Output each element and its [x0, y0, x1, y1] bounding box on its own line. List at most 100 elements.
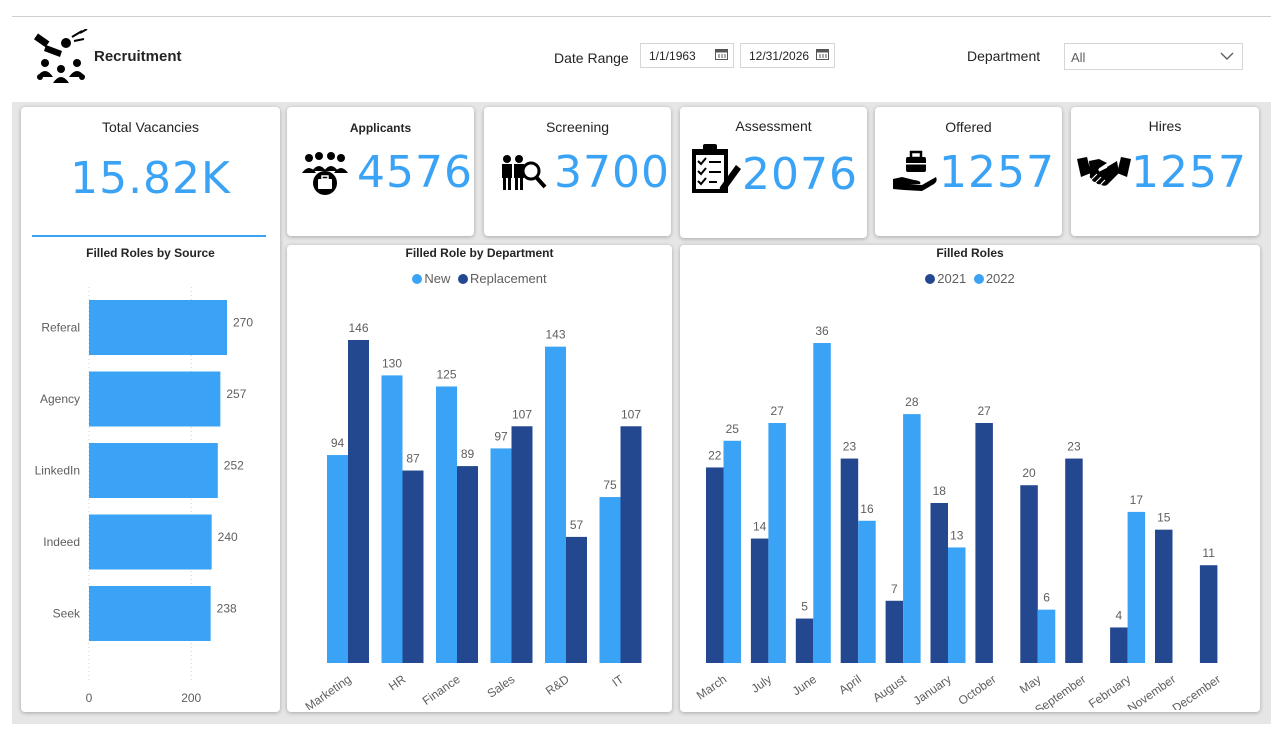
bar[interactable] — [750, 538, 769, 663]
x-category-label: HR — [386, 672, 409, 694]
bar[interactable] — [348, 340, 369, 663]
bar[interactable] — [930, 503, 949, 663]
legend-item-new[interactable]: New — [412, 271, 450, 286]
bar[interactable] — [1155, 529, 1173, 663]
x-category-label: Sales — [485, 672, 518, 701]
y-category-label: LinkedIn — [35, 464, 80, 478]
data-label: 23 — [1067, 440, 1081, 454]
bar[interactable] — [89, 443, 218, 498]
bar[interactable] — [511, 426, 533, 663]
source-bar-chart: 0 200 Referal 270 Agency 257 LinkedIn 252 Indeed… — [35, 287, 253, 705]
bar[interactable] — [885, 600, 904, 663]
header-bar: Recruitment Date Range 1/1/1963 12/31/20… — [12, 16, 1271, 102]
bar[interactable] — [975, 423, 993, 663]
filled-roles-title: Filled Roles — [936, 246, 1004, 260]
legend-dot — [973, 274, 984, 284]
data-label: 75 — [603, 478, 617, 492]
data-label: 36 — [815, 324, 829, 338]
data-label: 27 — [977, 404, 991, 418]
data-label: 22 — [708, 448, 722, 462]
bar[interactable] — [381, 375, 403, 663]
bar[interactable] — [327, 455, 348, 663]
y-category-label: Agency — [40, 392, 80, 406]
applicants-card: Applicants 4576 — [287, 107, 474, 236]
screening-value: 3700 — [554, 147, 670, 198]
bar[interactable] — [1110, 627, 1128, 663]
x-category-label: May — [1017, 672, 1044, 696]
bar[interactable] — [706, 467, 724, 663]
legend-label-2021: 2021 — [937, 271, 967, 286]
data-label: 13 — [950, 528, 964, 542]
total-vacancies-card: Total Vacancies 15.82K Filled Roles by S… — [21, 107, 280, 712]
bar[interactable] — [402, 470, 424, 663]
data-label: 25 — [726, 422, 740, 436]
data-label: 6 — [1043, 591, 1050, 605]
bar[interactable] — [566, 536, 587, 663]
bar[interactable] — [723, 440, 742, 663]
bar[interactable] — [89, 371, 221, 427]
divider — [32, 235, 266, 237]
x-tick-label: 0 — [86, 691, 93, 705]
bar[interactable] — [1020, 485, 1038, 663]
assessment-label: Assessment — [735, 118, 812, 134]
department-column-chart: 94 146 Marketing 130 87 HR 125 89 Finance 97 107 Sa… — [303, 321, 642, 710]
bar[interactable] — [457, 466, 478, 663]
bar[interactable] — [795, 618, 814, 663]
bar[interactable] — [545, 346, 566, 663]
department-dropdown[interactable]: All — [1064, 43, 1243, 70]
bar[interactable] — [89, 300, 227, 355]
calendar-icon[interactable] — [816, 48, 829, 60]
legend-item-2021[interactable]: 2021 — [925, 271, 966, 286]
bar[interactable] — [89, 586, 211, 641]
data-label: 17 — [1130, 493, 1144, 507]
filled-roles-column-chart: 22 25 March 14 27 July 5 36 June 23 16 April 7 28 Augu… — [694, 324, 1223, 710]
dashboard-canvas: Recruitment Date Range 1/1/1963 12/31/20… — [12, 16, 1271, 724]
data-label: 23 — [843, 440, 857, 454]
x-category-label: September — [1032, 672, 1088, 710]
data-label: 89 — [461, 447, 475, 461]
bar[interactable] — [490, 448, 512, 663]
total-vacancies-label: Total Vacancies — [101, 119, 199, 135]
y-category-label: Seek — [53, 607, 81, 621]
bar[interactable] — [948, 547, 966, 663]
date-end-input[interactable]: 12/31/2026 — [740, 43, 835, 68]
bar[interactable] — [768, 423, 786, 663]
x-category-label: April — [836, 672, 864, 697]
bar[interactable] — [89, 514, 212, 570]
people-search-icon — [502, 155, 547, 190]
bar[interactable] — [840, 458, 859, 663]
offered-label: Offered — [945, 119, 992, 135]
x-category-label: June — [790, 672, 820, 699]
x-category-label: Finance — [420, 672, 463, 708]
total-vacancies-value: 15.82K — [70, 153, 231, 204]
bar[interactable] — [436, 386, 457, 663]
legend-item-replacement[interactable]: Replacement — [458, 271, 547, 286]
filled-roles-card: Filled Roles 2021 2022 22 25 March 14 27 July… — [680, 245, 1260, 712]
date-start-input[interactable]: 1/1/1963 — [640, 43, 734, 68]
offered-value: 1257 — [939, 147, 1055, 198]
bar[interactable] — [1199, 565, 1218, 663]
bar[interactable] — [903, 414, 921, 663]
hires-label: Hires — [1148, 118, 1182, 134]
data-label: 15 — [1157, 511, 1171, 525]
bar[interactable] — [813, 343, 831, 663]
legend-label-replacement: Replacement — [470, 271, 547, 286]
calendar-icon[interactable] — [715, 48, 728, 60]
legend-item-2022[interactable]: 2022 — [973, 271, 1015, 286]
bar[interactable] — [1037, 609, 1056, 663]
bar[interactable] — [1065, 458, 1083, 663]
offered-card: Offered 1257 — [875, 107, 1062, 236]
data-label: 4 — [1116, 608, 1123, 622]
bar[interactable] — [858, 520, 876, 663]
data-label: 5 — [801, 600, 808, 614]
bar[interactable] — [620, 426, 642, 663]
data-label: 240 — [218, 530, 238, 544]
chevron-down-icon — [1220, 52, 1234, 60]
data-label: 252 — [224, 459, 244, 473]
bar[interactable] — [1127, 511, 1146, 663]
x-category-label: March — [694, 672, 729, 703]
bar[interactable] — [599, 497, 621, 663]
date-range-label: Date Range — [554, 50, 629, 66]
x-category-label: Marketing — [303, 672, 354, 710]
data-label: 16 — [860, 502, 874, 516]
